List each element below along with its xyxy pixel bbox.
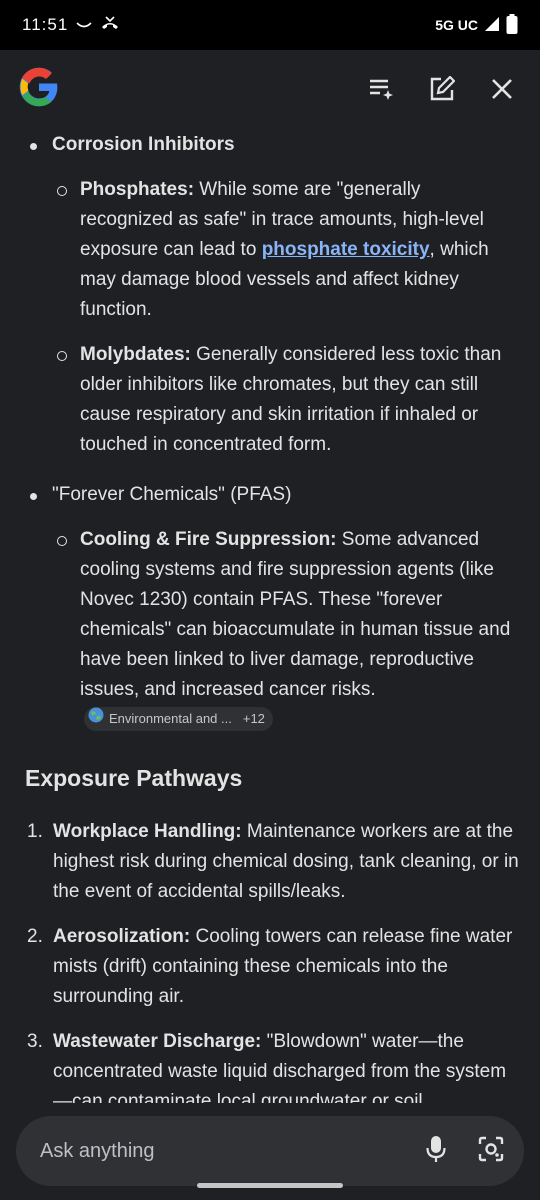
item-label: Molybdates: — [80, 344, 191, 365]
bullet-pfas: "Forever Chemicals" (PFAS) — [0, 480, 540, 510]
status-left: 11:51 — [22, 15, 120, 36]
app-actions — [366, 73, 518, 105]
item-number: 2. — [27, 926, 43, 947]
globe-icon — [88, 707, 104, 731]
app-bar — [0, 50, 540, 128]
item-label: Cooling & Fire Suppression: — [80, 529, 337, 550]
list-item-phosphates: Phosphates: While some are "generally re… — [0, 175, 540, 325]
list-item-molybdates: Molybdates: Generally considered less to… — [0, 340, 540, 460]
status-time: 11:51 — [22, 15, 69, 34]
source-chip-label: Environmental and ... — [109, 711, 232, 726]
item-number: 1. — [27, 821, 43, 842]
signal-icon — [484, 16, 500, 35]
list-item: 1. Workplace Handling: Maintenance worke… — [0, 817, 540, 907]
close-icon[interactable] — [486, 73, 518, 105]
lens-icon[interactable] — [478, 1136, 504, 1167]
answer-content: Corrosion Inhibitors Phosphates: While s… — [0, 128, 540, 1103]
list-item-cooling-fire: Cooling & Fire Suppression: Some advance… — [0, 525, 540, 735]
item-label: Wastewater Discharge: — [53, 1031, 262, 1052]
section-heading-exposure: Exposure Pathways — [25, 765, 243, 791]
dnd-icon — [76, 15, 92, 35]
edit-icon[interactable] — [426, 73, 458, 105]
search-input[interactable]: Ask anything — [16, 1116, 524, 1186]
bullet-corrosion-inhibitors: Corrosion Inhibitors — [0, 130, 540, 160]
item-label: Phosphates: — [80, 179, 195, 200]
item-number: 3. — [27, 1031, 43, 1052]
network-label: 5G UC — [435, 17, 478, 33]
source-chip-count: +12 — [242, 711, 265, 726]
status-bar: 11:51 5G UC — [0, 0, 540, 50]
bullet-heading: "Forever Chemicals" (PFAS) — [52, 484, 292, 505]
source-chip[interactable]: Environmental and ... +12 — [84, 707, 273, 731]
search-placeholder: Ask anything — [40, 1139, 155, 1162]
phosphate-toxicity-link[interactable]: phosphate toxicity — [262, 239, 430, 260]
list-item: 3. Wastewater Discharge: "Blowdown" wate… — [0, 1027, 540, 1103]
mic-icon[interactable] — [426, 1135, 446, 1168]
home-indicator[interactable] — [197, 1183, 343, 1188]
list-item: 2. Aerosolization: Cooling towers can re… — [0, 922, 540, 1012]
missed-call-icon — [100, 15, 120, 36]
playlist-add-icon[interactable] — [366, 73, 398, 105]
status-right: 5G UC — [435, 13, 518, 37]
battery-icon — [506, 13, 518, 37]
item-label: Workplace Handling: — [53, 821, 242, 842]
item-label: Aerosolization: — [53, 926, 191, 947]
google-g-logo — [18, 66, 60, 113]
bullet-heading: Corrosion Inhibitors — [52, 134, 235, 155]
search-actions — [426, 1135, 504, 1168]
item-text: Some advanced cooling systems and fire s… — [80, 529, 511, 700]
